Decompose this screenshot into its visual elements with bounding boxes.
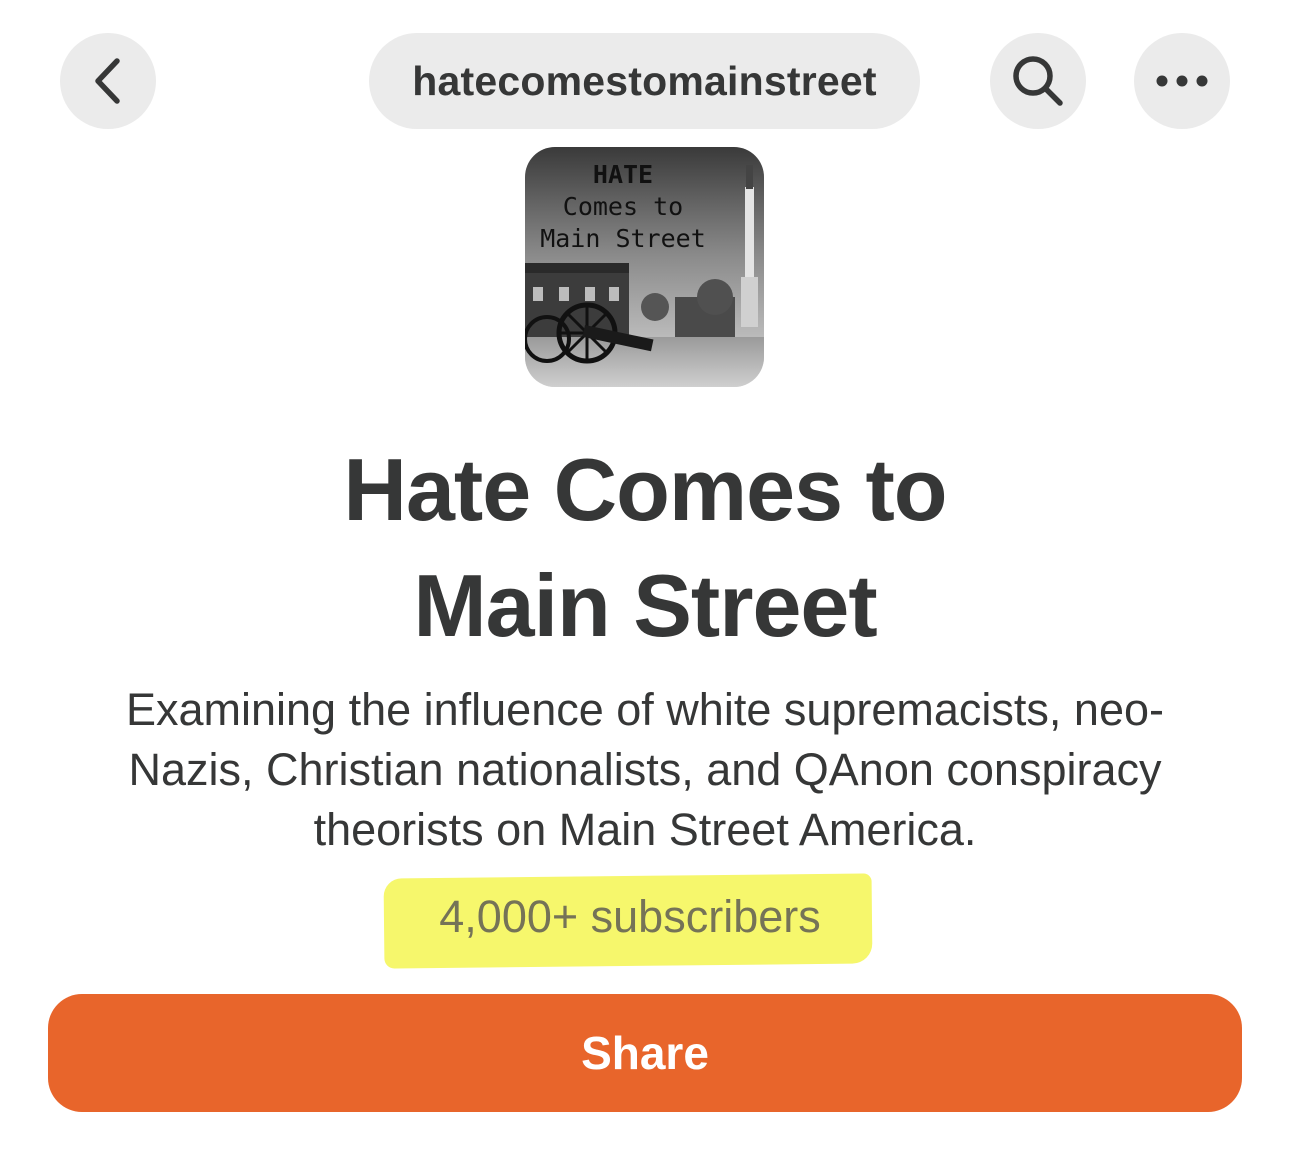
share-button-label: Share: [581, 1027, 709, 1079]
more-options-button[interactable]: [1134, 33, 1230, 129]
publication-description: Examining the influence of white suprema…: [60, 680, 1230, 860]
search-icon: [1013, 56, 1063, 106]
logo-line-1: HATE: [592, 160, 654, 189]
title-line-1: Hate Comes to: [343, 440, 947, 539]
logo-line-3: Main Street: [540, 224, 706, 253]
logo-caption: HATE Comes to Main Street: [525, 159, 721, 255]
back-button[interactable]: [60, 33, 156, 129]
subscriber-count: 4,000+ subscribers: [439, 891, 821, 942]
description-line-2: Nazis, Christian nationalists, and QAnon…: [128, 744, 1162, 795]
title-line-2: Main Street: [413, 556, 877, 655]
more-horizontal-icon: [1156, 75, 1208, 87]
search-button[interactable]: [990, 33, 1086, 129]
publication-title: Hate Comes to Main Street: [0, 432, 1290, 664]
url-bar[interactable]: hatecomestomainstreet: [369, 33, 920, 129]
chevron-left-icon: [95, 58, 120, 104]
publication-logo: HATE Comes to Main Street: [525, 147, 764, 387]
logo-line-2: Comes to: [562, 192, 684, 221]
description-line-1: Examining the influence of white suprema…: [125, 684, 1165, 735]
description-line-3: theorists on Main Street America.: [313, 804, 977, 855]
url-text: hatecomestomainstreet: [412, 57, 877, 104]
share-button[interactable]: Share: [48, 994, 1242, 1112]
